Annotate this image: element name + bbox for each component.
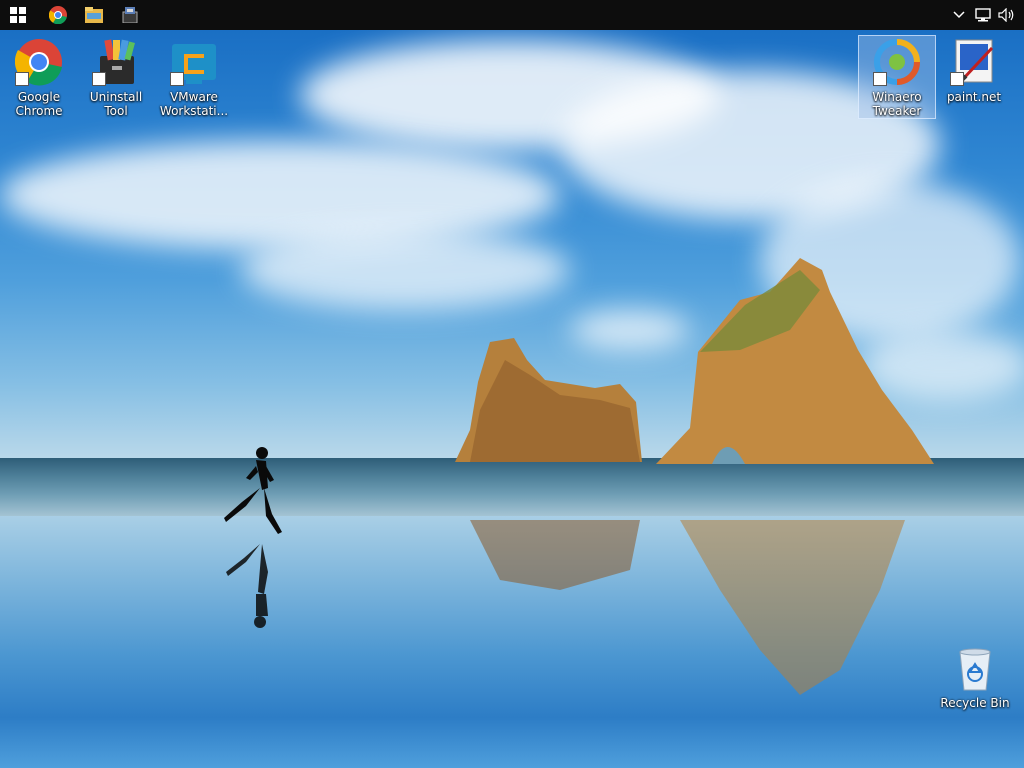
- file-explorer-taskbar-icon: [85, 7, 103, 23]
- chrome-taskbar-icon: [49, 6, 67, 24]
- desktop-icon-uninstall-tool[interactable]: Uninstall Tool: [78, 38, 154, 118]
- desktop-icon-recycle-bin[interactable]: Recycle Bin: [937, 644, 1013, 710]
- desktop-icon-vmware-workstation[interactable]: VMware Workstati...: [156, 38, 232, 118]
- desktop-icon-paint-net[interactable]: paint.net: [936, 38, 1012, 104]
- volume-icon: [998, 8, 1014, 22]
- shortcut-arrow-icon: [873, 72, 887, 86]
- desktop-icon-label: Google Chrome: [15, 90, 63, 118]
- taskbar: [0, 0, 1024, 30]
- recycle-bin-icon: [959, 648, 991, 691]
- runner-silhouette: [224, 447, 282, 628]
- uninstall-tool-taskbar-button[interactable]: [112, 0, 148, 30]
- shortcut-arrow-icon: [950, 72, 964, 86]
- network-icon: [975, 8, 991, 22]
- show-hidden-icons-button[interactable]: [948, 0, 970, 30]
- desktop-icon-label: VMware Workstati...: [159, 90, 229, 118]
- file-explorer-taskbar-button[interactable]: [76, 0, 112, 30]
- desktop-wallpaper[interactable]: [0, 30, 1024, 768]
- desktop-icon-google-chrome[interactable]: Google Chrome: [1, 38, 77, 118]
- shortcut-arrow-icon: [15, 72, 29, 86]
- show-hidden-icons-chevron-icon: [953, 11, 965, 19]
- windows-logo-icon: [10, 7, 26, 23]
- desktop-icon-label: Uninstall Tool: [89, 90, 143, 118]
- desktop-icon-label: Recycle Bin: [940, 696, 1010, 710]
- network-tray-button[interactable]: [972, 0, 994, 30]
- rock-formations: [455, 258, 934, 695]
- chrome-taskbar-button[interactable]: [40, 0, 76, 30]
- desktop-icon-label: Winaero Tweaker: [872, 90, 922, 118]
- start-button[interactable]: [0, 0, 36, 30]
- shortcut-arrow-icon: [170, 72, 184, 86]
- volume-tray-button[interactable]: [996, 0, 1018, 30]
- desktop-icon-winaero-tweaker[interactable]: Winaero Tweaker: [858, 35, 936, 119]
- desktop-icon-label: paint.net: [946, 90, 1002, 104]
- shortcut-arrow-icon: [92, 72, 106, 86]
- uninstall-tool-taskbar-icon: [122, 7, 138, 23]
